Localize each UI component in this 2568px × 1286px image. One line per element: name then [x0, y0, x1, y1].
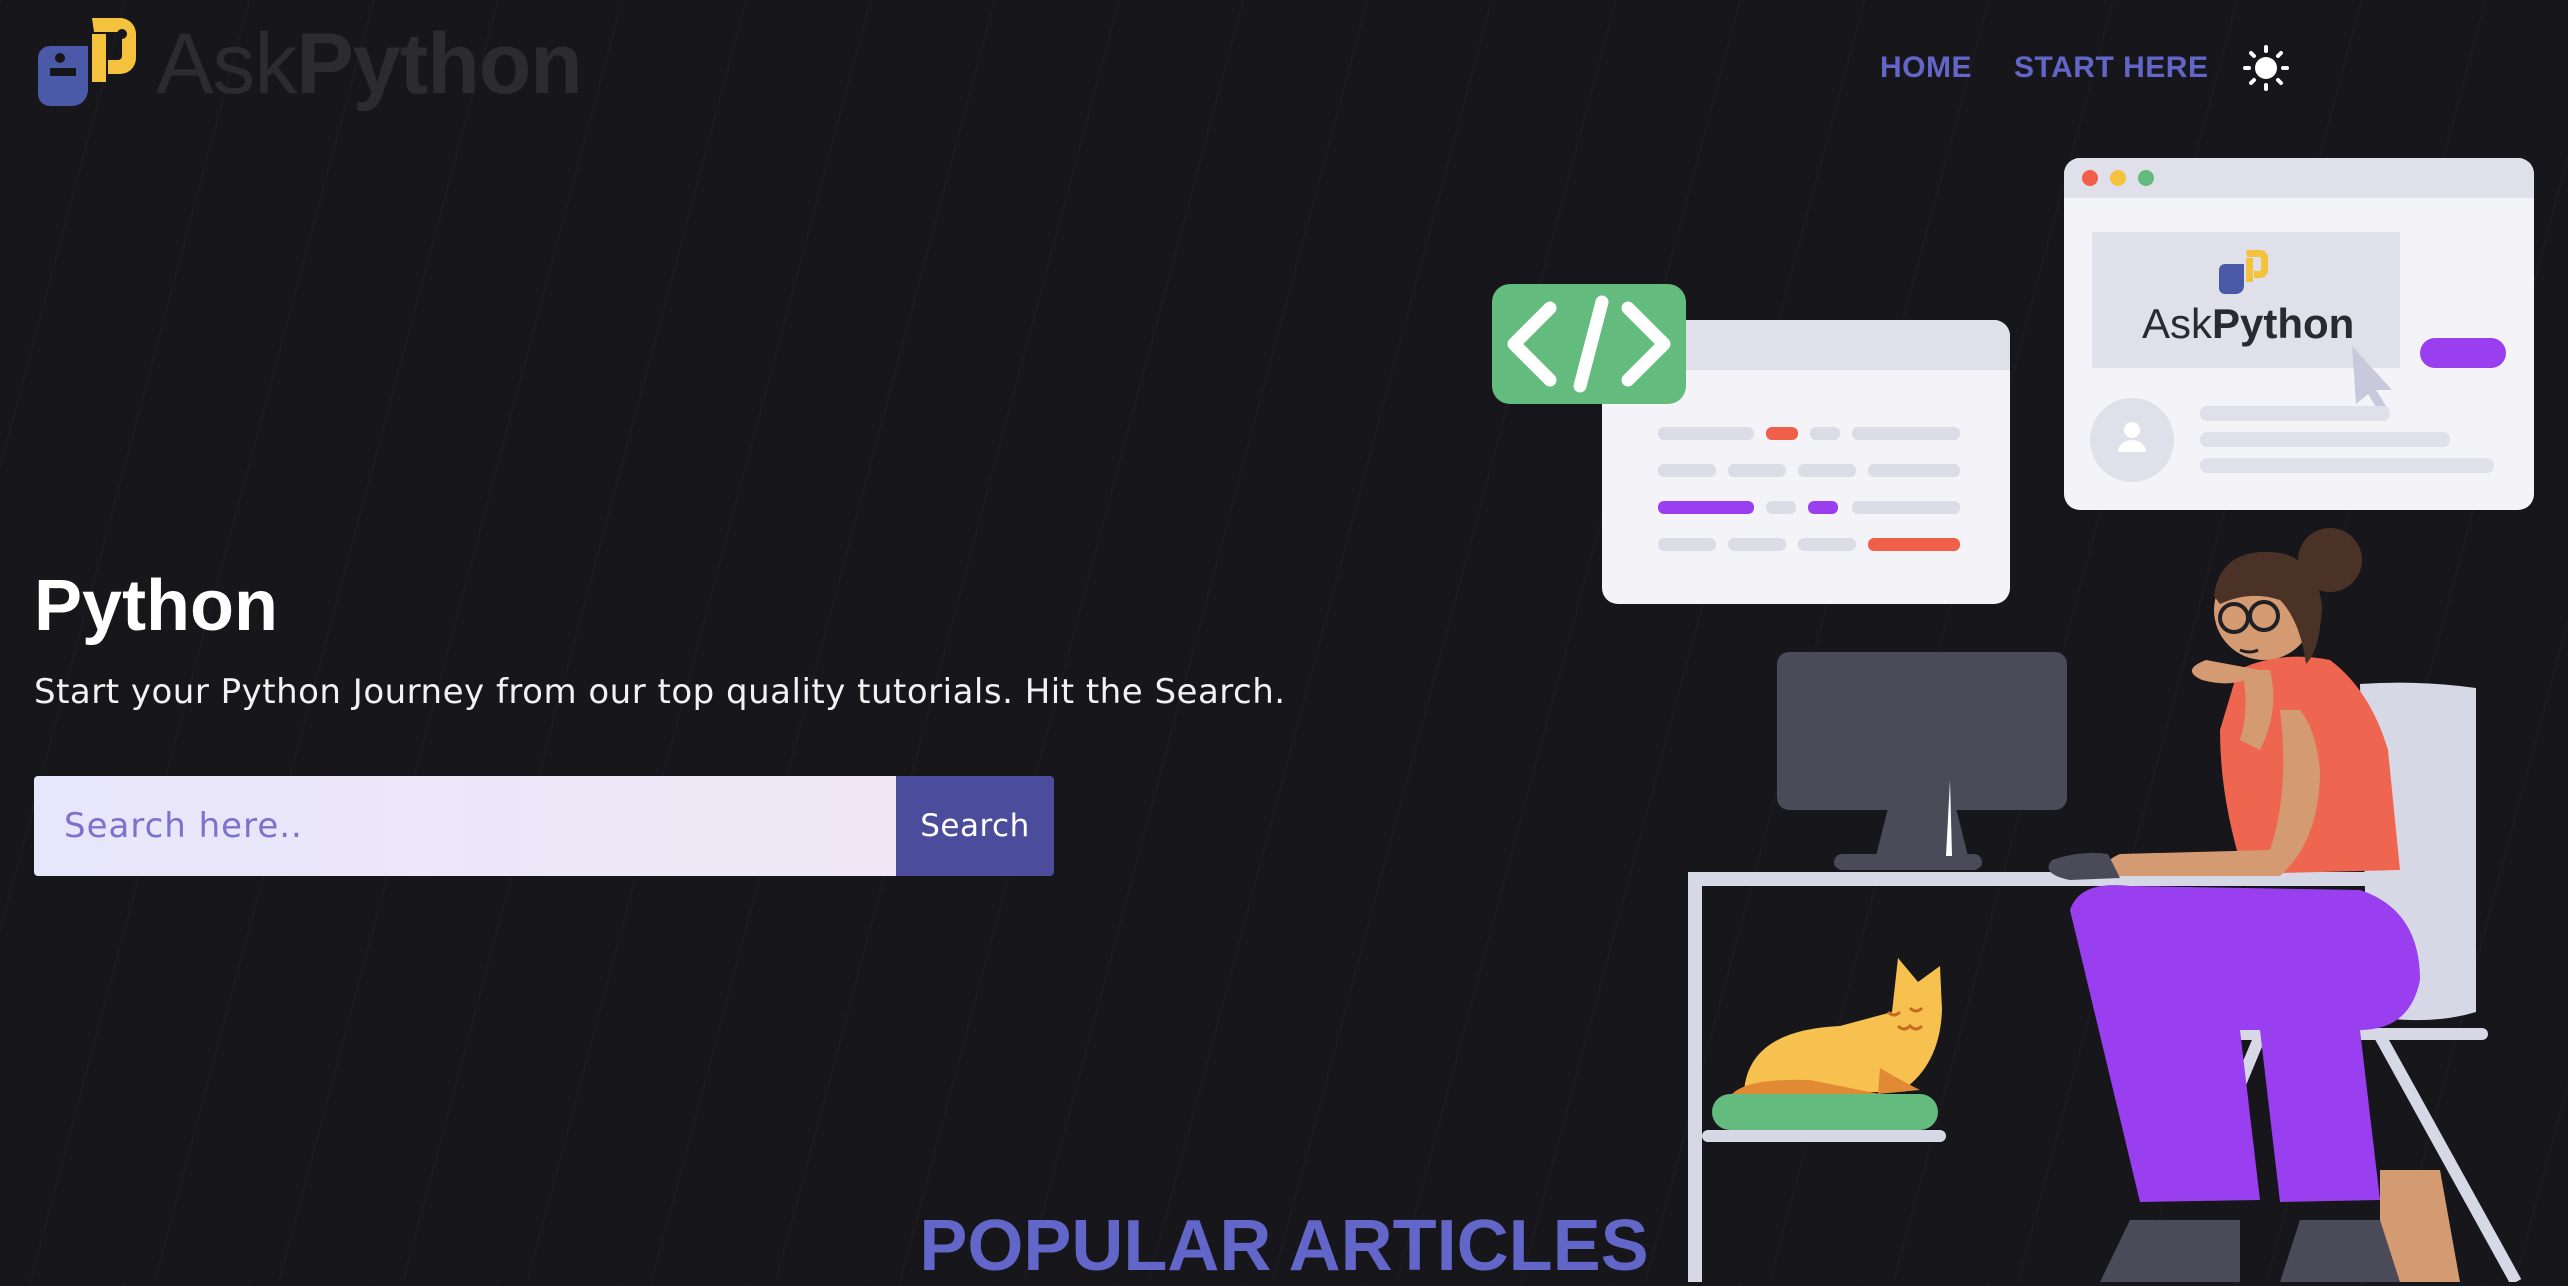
theme-toggle-button[interactable]: [2242, 44, 2290, 92]
nav-start-here[interactable]: START HERE: [2014, 51, 2208, 85]
code-brackets-icon: [1492, 284, 1686, 404]
search-button[interactable]: Search: [896, 776, 1054, 876]
svg-text:AskPython: AskPython: [2142, 300, 2354, 347]
hero-illustration: AskPython: [1492, 158, 2534, 1282]
sun-icon: [2243, 45, 2290, 91]
hero-title: Python: [34, 566, 278, 646]
logo-text-regular: Ask: [156, 16, 297, 112]
popular-articles-heading: POPULAR ARTICLES: [919, 1206, 1649, 1286]
search-input[interactable]: [34, 776, 896, 876]
hero-subtitle: Start your Python Journey from our top q…: [34, 672, 1286, 712]
search-form: Search: [34, 776, 1054, 876]
browser-logo-regular: Ask: [2142, 300, 2213, 347]
site-header: AskPython HOME START HERE: [0, 0, 2568, 130]
browser-window: AskPython: [2064, 158, 2534, 510]
monitor: [1777, 652, 2067, 870]
cat-illustration: [1712, 958, 1942, 1130]
site-logo[interactable]: AskPython: [34, 18, 583, 110]
browser-logo-bold: Python: [2212, 300, 2354, 347]
logo-text-bold: Python: [296, 16, 582, 112]
main-nav: HOME START HERE: [1880, 44, 2290, 92]
python-logo-icon: [38, 18, 136, 106]
nav-home[interactable]: HOME: [1880, 51, 1972, 85]
logo-text: AskPython: [156, 21, 583, 107]
